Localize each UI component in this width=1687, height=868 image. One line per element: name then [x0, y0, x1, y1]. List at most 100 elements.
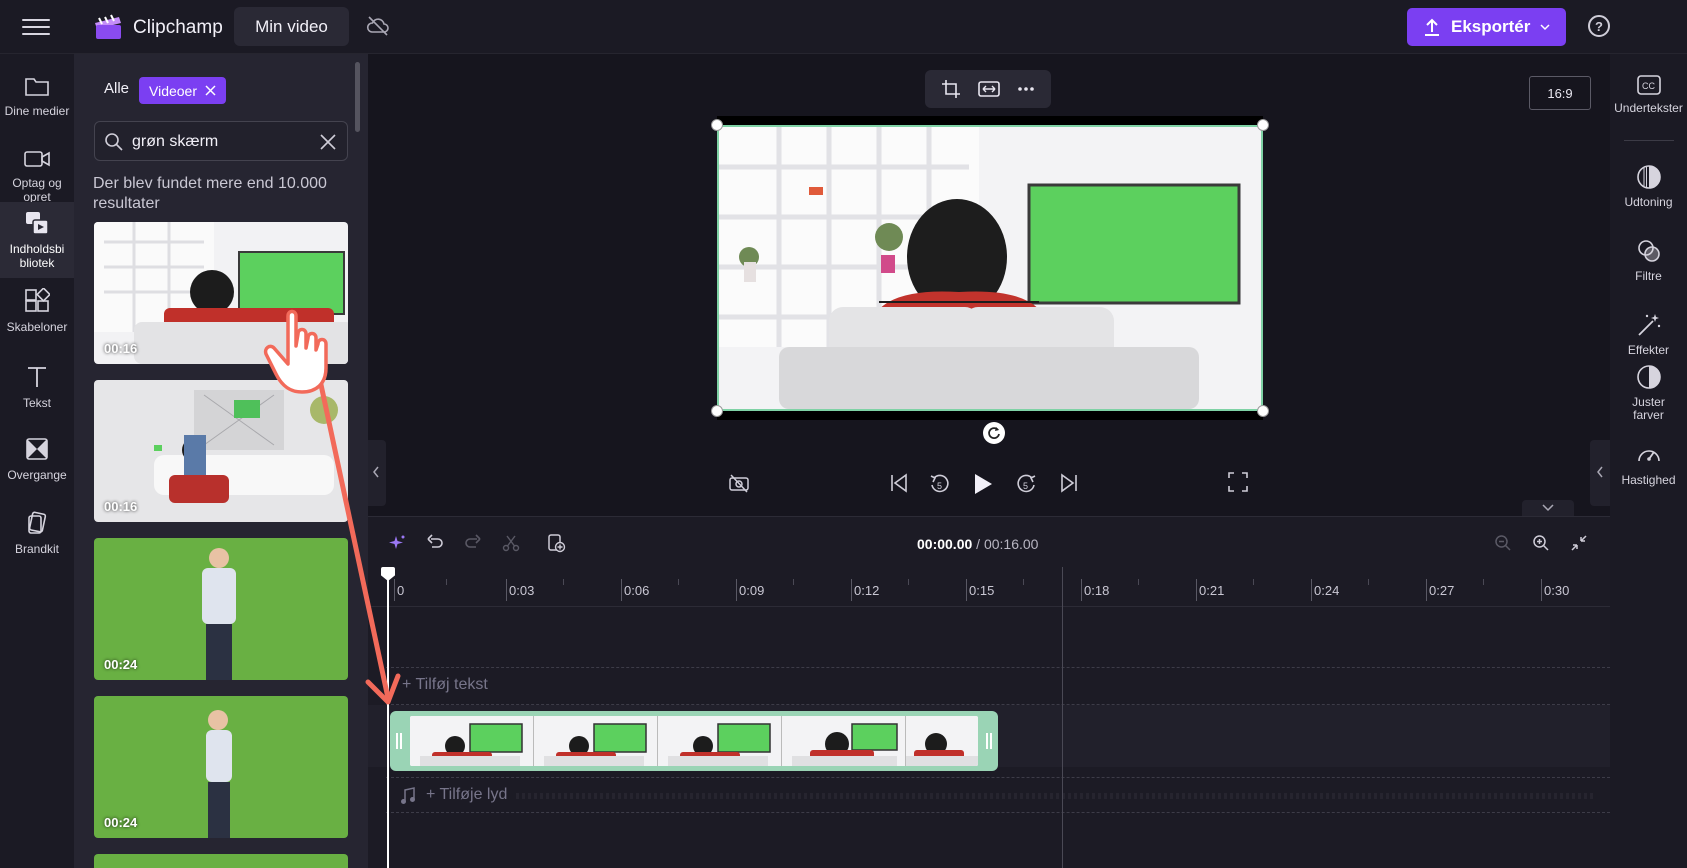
- panel-scrollbar[interactable]: [355, 62, 360, 132]
- clip-trim-handle-right[interactable]: [986, 733, 992, 749]
- collapse-right-panel[interactable]: [1590, 440, 1610, 506]
- ruler-tick: 0:09: [735, 579, 765, 601]
- ruler-tick: 0:15: [965, 579, 995, 601]
- timeline-toolbar: 00:00.00 / 00:16.00: [368, 517, 1610, 567]
- video-canvas[interactable]: [711, 116, 1269, 420]
- rail-item-transitions[interactable]: Overgange: [0, 436, 74, 482]
- project-end-marker: [1062, 567, 1063, 868]
- resize-handle-top-right[interactable]: [1257, 119, 1269, 131]
- filter-all-chip[interactable]: Alle: [104, 80, 129, 97]
- export-label: Eksportér: [1451, 17, 1531, 36]
- skip-to-end-icon[interactable]: [1058, 472, 1080, 494]
- clear-search-icon[interactable]: [319, 133, 337, 151]
- rail-item-content-library[interactable]: Indholdsbi bliotek: [0, 202, 74, 278]
- rail-item-templates[interactable]: Skabeloner: [0, 288, 74, 334]
- clip-trim-handle-left[interactable]: [396, 733, 402, 749]
- export-button[interactable]: Eksportér: [1407, 8, 1566, 46]
- help-icon[interactable]: ?: [1588, 15, 1610, 37]
- thumbnail-duration: 00:16: [104, 499, 138, 514]
- ruler-tick: 0:12: [850, 579, 880, 601]
- more-options-icon[interactable]: [1017, 86, 1035, 92]
- filter-videos-chip[interactable]: Videoer: [139, 77, 227, 104]
- ruler-tick: 0: [393, 579, 405, 601]
- fade-icon: [1636, 165, 1661, 189]
- thumbnail-duration: 00:24: [104, 657, 138, 672]
- ruler-tick: 0:21: [1195, 579, 1225, 601]
- search-query: grøn skærm: [132, 133, 219, 150]
- text-icon: [28, 367, 46, 387]
- clipchamp-editor: Clipchamp Min video Eksportér ? Dine med…: [0, 0, 1687, 868]
- rail-item-your-media[interactable]: Dine medier: [0, 74, 74, 118]
- add-text-label[interactable]: + Tilføj tekst: [402, 676, 488, 694]
- timecode: 00:00.00 / 00:16.00: [917, 536, 1039, 552]
- top-bar: Clipchamp Min video Eksportér ?: [0, 0, 1687, 54]
- menu-icon[interactable]: [22, 14, 50, 38]
- transitions-icon: [26, 438, 48, 460]
- ruler-minor-tick: [1253, 579, 1254, 585]
- clip-filmstrip: [410, 716, 978, 766]
- audio-track[interactable]: + Tilføje lyd: [386, 777, 1610, 813]
- add-media-icon[interactable]: [546, 533, 566, 553]
- cloud-offline-icon[interactable]: [366, 14, 390, 38]
- ruler-minor-tick: [1138, 579, 1139, 585]
- rail-item-fade[interactable]: Udtoning: [1610, 164, 1687, 209]
- playhead[interactable]: [387, 567, 389, 868]
- preview-area: 16:9 5 5: [368, 54, 1610, 516]
- video-thumbnail[interactable]: 00:16: [94, 380, 348, 522]
- brand-name: Clipchamp: [133, 17, 223, 38]
- resize-handle-bottom-left[interactable]: [711, 405, 723, 417]
- resize-handle-top-left[interactable]: [711, 119, 723, 131]
- fit-timeline-icon[interactable]: [1570, 534, 1588, 552]
- left-rail: Dine medier Optag og opret Indholdsbi bl…: [0, 54, 74, 868]
- text-track[interactable]: + Tilføj tekst: [386, 667, 1610, 705]
- ruler-minor-tick: [793, 579, 794, 585]
- video-thumbnail[interactable]: 00:24: [94, 538, 348, 680]
- project-title-button[interactable]: Min video: [234, 7, 349, 46]
- rail-item-adjust-colors[interactable]: Juster farver: [1610, 364, 1687, 422]
- chevron-down-icon: [1542, 504, 1554, 512]
- collapse-left-panel[interactable]: [368, 440, 386, 506]
- play-icon[interactable]: [972, 472, 994, 496]
- rail-item-effects[interactable]: Effekter: [1610, 312, 1687, 357]
- split-scissors-icon[interactable]: [502, 534, 520, 552]
- rail-item-record-create[interactable]: Optag og opret: [0, 148, 74, 204]
- preview-toolbar: [925, 70, 1051, 108]
- video-thumbnail[interactable]: [94, 854, 348, 868]
- rewind-5-icon[interactable]: 5: [928, 472, 952, 496]
- captions-icon: CC: [1636, 75, 1661, 95]
- playback-controls: 5 5: [368, 458, 1610, 516]
- ruler-minor-tick: [446, 579, 447, 585]
- ruler-minor-tick: [678, 579, 679, 585]
- resize-handle-bottom-right[interactable]: [1257, 405, 1269, 417]
- crop-icon[interactable]: [941, 79, 961, 99]
- skip-to-start-icon[interactable]: [888, 472, 910, 494]
- video-thumbnail[interactable]: 00:24: [94, 696, 348, 838]
- rail-item-filters[interactable]: Filtre: [1610, 238, 1687, 283]
- rotate-handle-icon[interactable]: [983, 422, 1005, 444]
- timeline-ruler[interactable]: 0 0:03 0:06 0:09 0:12 0:15 0:18 0:21 0:2…: [368, 567, 1610, 607]
- search-input[interactable]: grøn skærm: [94, 121, 348, 161]
- close-icon[interactable]: [205, 85, 216, 96]
- fit-icon[interactable]: [978, 80, 1000, 98]
- fullscreen-icon[interactable]: [1228, 472, 1248, 492]
- chevron-left-icon: [373, 466, 379, 478]
- undo-icon[interactable]: [426, 534, 444, 552]
- forward-5-icon[interactable]: 5: [1014, 472, 1038, 496]
- rail-item-captions[interactable]: CC Undertekster: [1610, 74, 1687, 115]
- hide-camera-icon[interactable]: [728, 472, 750, 494]
- rail-item-text[interactable]: Tekst: [0, 364, 74, 410]
- redo-icon[interactable]: [464, 534, 482, 552]
- zoom-out-icon[interactable]: [1494, 534, 1512, 552]
- ruler-minor-tick: [563, 579, 564, 585]
- rail-item-speed[interactable]: Hastighed: [1610, 442, 1687, 487]
- video-track: [368, 705, 1610, 771]
- aspect-ratio-button[interactable]: 16:9: [1529, 76, 1591, 110]
- hand-cursor-icon: [263, 309, 328, 394]
- video-clip[interactable]: [390, 711, 998, 771]
- magic-sparkle-icon[interactable]: [388, 534, 406, 552]
- add-audio-label[interactable]: + Tilføje lyd: [426, 786, 507, 804]
- rail-item-brandkit[interactable]: Brandkit: [0, 510, 74, 556]
- right-rail: CC Undertekster Udtoning Filtre Effekter…: [1610, 54, 1687, 868]
- total-time: 00:16.00: [983, 536, 1039, 552]
- zoom-in-icon[interactable]: [1532, 534, 1550, 552]
